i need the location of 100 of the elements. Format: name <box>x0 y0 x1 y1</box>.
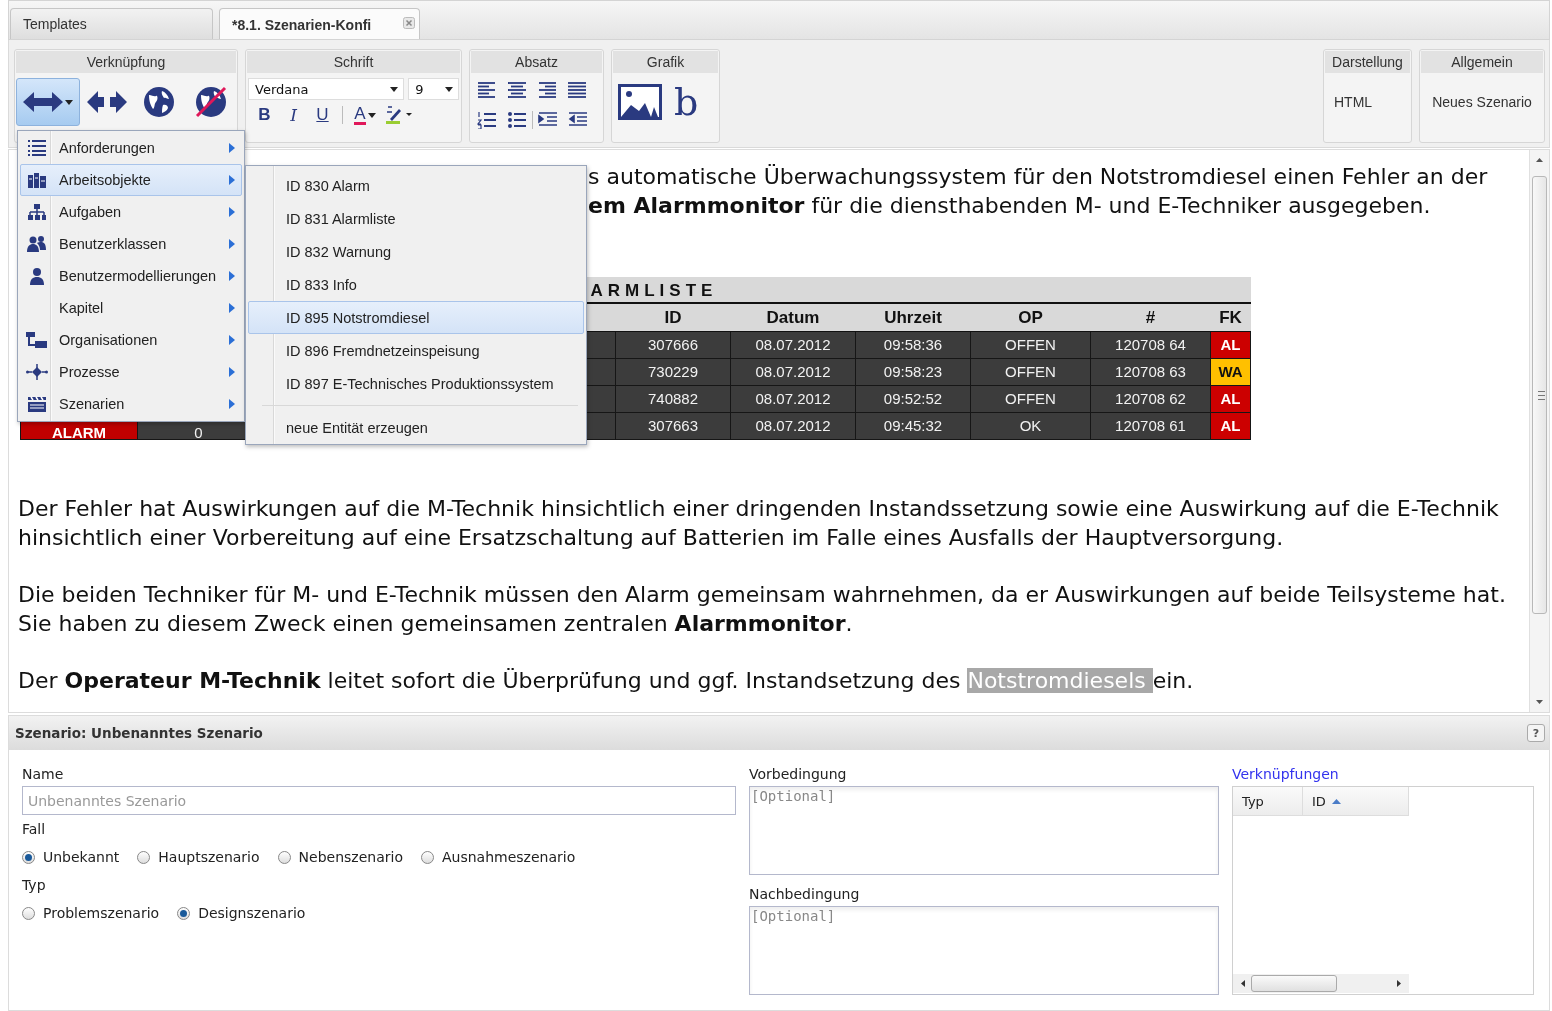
tab[interactable]: Templates <box>10 8 213 39</box>
scroll-down-icon <box>1536 700 1543 704</box>
column-header[interactable]: ID <box>1303 787 1409 815</box>
highlight-icon <box>385 106 415 124</box>
menu-item[interactable]: Benutzerklassen <box>20 228 242 260</box>
justify-icon <box>567 82 587 98</box>
menu-item[interactable]: ID 832 Warnung <box>248 235 584 268</box>
menu-item[interactable]: Prozesse <box>20 356 242 388</box>
radio-button[interactable] <box>420 850 434 864</box>
menu-item[interactable]: ID 833 Info <box>248 268 584 301</box>
table-cell: 08.07.2012 <box>730 358 856 386</box>
caret-icon <box>445 86 453 92</box>
text-style-button[interactable]: b <box>662 82 711 122</box>
precondition-field[interactable]: [Optional] <box>749 786 1219 875</box>
font-select[interactable]: Verdana <box>248 78 405 100</box>
books-icon <box>27 171 47 189</box>
table-cell: 120708 62 <box>1090 385 1211 413</box>
group-title: Allgemein <box>1421 51 1543 73</box>
menu-item[interactable]: Arbeitsobjekte <box>20 164 242 196</box>
menu-item[interactable]: ID 830 Alarm <box>248 169 584 202</box>
radio-label[interactable]: Unbekannt <box>43 849 120 865</box>
numbered-list-icon <box>477 111 497 129</box>
group-title: Grafik <box>613 51 718 73</box>
menu-item[interactable]: Aufgaben <box>20 196 242 228</box>
menu-item[interactable]: Anforderungen <box>20 132 242 164</box>
field-label: Nachbedingung <box>749 885 861 904</box>
tab[interactable]: *8.1. Szenarien-Konfi <box>219 8 420 39</box>
field-label: Name <box>22 765 65 784</box>
postcondition-field[interactable]: [Optional] <box>749 906 1219 995</box>
column-header: Uhrzeit <box>855 303 971 332</box>
menu-item[interactable]: Organisationen <box>20 324 242 356</box>
table-cell: 740882 <box>615 385 731 413</box>
menu-item[interactable]: ID 897 E-Technisches Produktionssystem <box>248 367 584 400</box>
horizontal-scrollbar[interactable] <box>1233 974 1409 993</box>
paragraph: Der Fehler hat Auswirkungen auf die M-Technik hinsichtlich einer dringenden Instandssetzung sowie eine Auswirkung auf die E-Technik hinsichtlich einer Vorbereitung auf eine Ersatzschaltung auf Batterien im Falle eines Ausfalls der Hauptversorgung. <box>18 495 1500 552</box>
table-cell: 307666 <box>615 331 731 359</box>
field-label: Fall <box>22 820 47 839</box>
table-cell: 120708 61 <box>1090 412 1211 440</box>
hierarchy-icon <box>27 203 47 221</box>
table-cell: OK <box>970 412 1091 440</box>
clapperboard-icon <box>27 395 47 413</box>
field-label: Vorbedingung <box>749 765 848 784</box>
bold-button[interactable]: B <box>250 103 279 127</box>
org-chart-icon <box>26 331 48 349</box>
align-center-icon <box>507 82 527 98</box>
radio-label[interactable]: Ausnahmeszenario <box>441 849 576 865</box>
submenu-arrow-icon <box>229 367 235 377</box>
text-line: s automatische Überwachungssystem für den Notstromdiesel einen Fehler an der <box>588 163 1489 191</box>
italic-button[interactable]: I <box>279 103 308 127</box>
column-header[interactable]: Typ <box>1233 787 1303 815</box>
radio-button[interactable] <box>22 850 35 864</box>
radio-label[interactable]: Designszenario <box>198 905 306 921</box>
text-line: em Alarmmonitor für die diensthabenden M- und E-Techniker ausgegeben. <box>588 192 1432 220</box>
section-link[interactable]: Verknüpfungen <box>1232 764 1534 786</box>
menu-item[interactable]: Benutzermodellierungen <box>20 260 242 292</box>
field-label: Typ <box>22 876 47 895</box>
image-icon <box>618 84 662 120</box>
scroll-up-icon <box>1536 158 1543 162</box>
submenu-arrow-icon <box>229 143 235 153</box>
insert-image-button[interactable] <box>618 84 662 120</box>
group-title: Darstellung <box>1325 51 1410 73</box>
submenu-arrow-icon <box>229 239 235 249</box>
table-cell: 307663 <box>615 412 731 440</box>
radio-label[interactable]: Hauptszenario <box>158 849 260 865</box>
table-cell: 120708 64 <box>1090 331 1211 359</box>
radio-button[interactable] <box>137 850 151 864</box>
table-cell: 09:52:52 <box>855 385 971 413</box>
group-title: Verknüpfung <box>16 51 236 73</box>
radio-button[interactable] <box>277 850 291 864</box>
menu-item[interactable]: Kapitel <box>20 292 242 324</box>
table-cell: OFFEN <box>970 385 1091 413</box>
vertical-scrollbar[interactable] <box>1529 150 1549 712</box>
split-arrow-icon <box>87 90 127 114</box>
font-color-button[interactable]: A <box>348 103 382 127</box>
scroll-right-icon <box>1397 980 1401 987</box>
view-mode-button[interactable]: HTML <box>1324 74 1411 130</box>
size-select[interactable]: 9 <box>408 78 459 100</box>
menu-item[interactable]: ID 896 Fremdnetzeinspeisung <box>248 334 584 367</box>
table-cell: 09:58:23 <box>855 358 971 386</box>
submenu-arrow-icon <box>229 271 235 281</box>
underline-button[interactable]: U <box>308 103 337 127</box>
menu-item[interactable]: ID 895 Notstromdiesel <box>248 301 584 334</box>
table-cell: 09:45:32 <box>855 412 971 440</box>
name-field[interactable]: Unbenanntes Szenario <box>22 786 736 815</box>
radio-button[interactable] <box>177 906 191 920</box>
table-cell: OFFEN <box>970 358 1091 386</box>
submenu-arrow-icon <box>229 207 235 217</box>
table-cell: 08.07.2012 <box>730 385 856 413</box>
new-scenario-button[interactable]: Neues Szenario <box>1420 74 1544 130</box>
table-cell: OFFEN <box>970 331 1091 359</box>
link-button[interactable] <box>16 78 80 126</box>
help-button[interactable]: ? <box>1527 724 1545 742</box>
radio-label[interactable]: Nebenszenario <box>298 849 403 865</box>
radio-label[interactable]: Problemszenario <box>43 905 160 921</box>
menu-item[interactable]: ID 831 Alarmliste <box>248 202 584 235</box>
radio-button[interactable] <box>22 906 35 920</box>
column-header: ID <box>615 303 731 332</box>
double-arrow-icon <box>23 91 63 113</box>
submenu-arrow-icon <box>229 335 235 345</box>
caret-icon <box>367 112 376 118</box>
